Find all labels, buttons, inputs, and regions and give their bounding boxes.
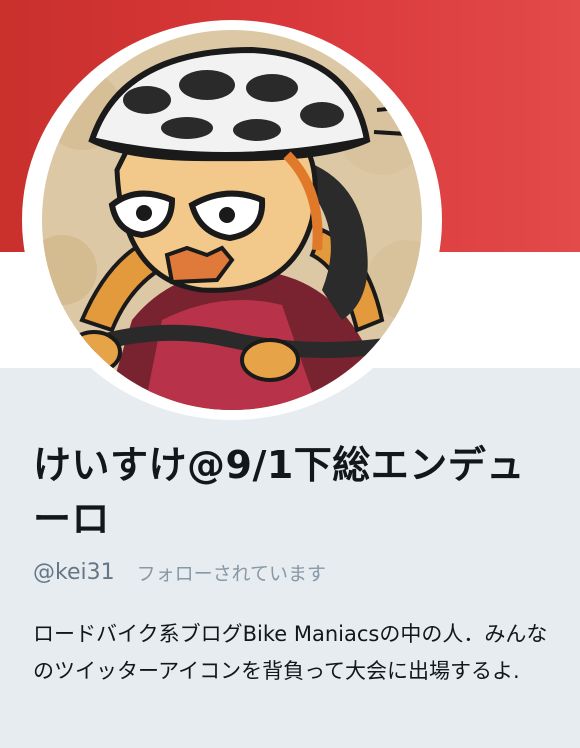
profile-display-name: けいすけ@9/1下総エンデューロ — [33, 443, 525, 541]
profile-handle-row: @kei31 フォローされています — [33, 556, 326, 588]
profile-avatar[interactable] — [22, 20, 442, 420]
follows-you-badge: フォローされています — [136, 562, 327, 585]
profile-screen-name[interactable]: @kei31 — [33, 560, 115, 585]
cyclist-caricature-icon — [34, 22, 430, 418]
profile-bio: ロードバイク系ブログBike Maniacsの中の人．みんなのツイッターアイコン… — [33, 622, 548, 683]
